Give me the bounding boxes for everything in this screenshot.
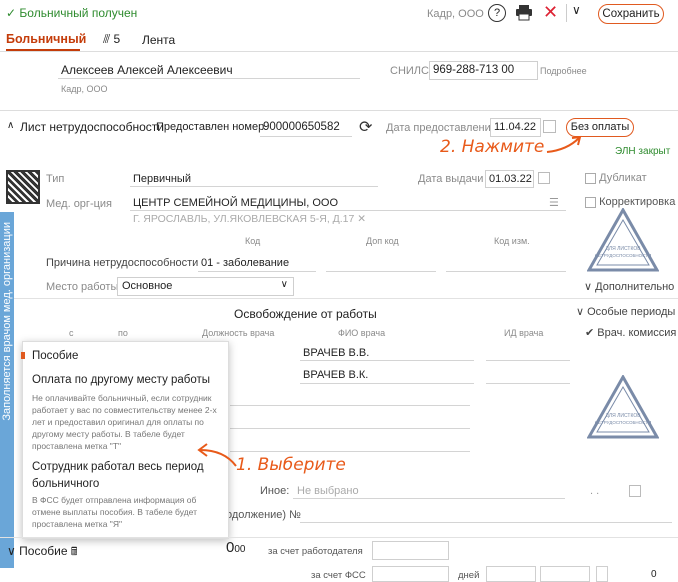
benefit-amount: 000 xyxy=(226,539,246,556)
provided-label: Предоставлен номер xyxy=(156,121,265,133)
type-label: Тип xyxy=(46,173,65,185)
stamp-icon: ДЛЯ ЛИСТКОВ НЕТРУДОСПОСОБНОСТИ xyxy=(586,373,660,442)
col-id: ИД врача xyxy=(504,328,544,338)
save-button[interactable]: Сохранить xyxy=(598,4,664,24)
calculator-icon[interactable]: 🖩 xyxy=(71,546,78,558)
status-text: Больничный получен xyxy=(19,6,138,20)
doctor1-name[interactable]: ВРАЧЕВ В.В. xyxy=(303,347,369,359)
attachments-count: 5 xyxy=(113,32,121,46)
chevron-down-icon: ∨ xyxy=(280,279,288,290)
days-label: дней xyxy=(458,570,480,581)
col-from: с xyxy=(69,328,74,338)
chevron-down-icon: ∨ xyxy=(576,306,585,318)
sidebar-label: Заполняется врачом мед. организации xyxy=(1,222,13,421)
eln-status: ЭЛН закрыт xyxy=(615,146,671,157)
svg-text:ДЛЯ ЛИСТКОВ: ДЛЯ ЛИСТКОВ xyxy=(605,413,641,419)
clear-icon[interactable]: ✕ xyxy=(357,213,366,225)
add-code-label: Доп код xyxy=(366,236,399,246)
release-title: Освобождение от работы xyxy=(234,307,377,321)
med-org-value[interactable]: ЦЕНТР СЕМЕЙНОЙ МЕДИЦИНЫ, ООО xyxy=(133,197,338,209)
additional-toggle[interactable]: ∨ Дополнительно xyxy=(584,280,674,293)
check-icon: ✓ xyxy=(6,6,17,20)
type-value[interactable]: Первичный xyxy=(133,173,191,185)
calendar-icon[interactable] xyxy=(629,485,641,497)
duplicate-label: Дубликат xyxy=(599,172,647,184)
calendar-icon[interactable] xyxy=(543,120,556,133)
snils-field[interactable]: 969-288-713 00 xyxy=(429,61,538,80)
chevron-down-icon: ∨ xyxy=(7,544,16,558)
menu-item-benefit[interactable]: Пособие xyxy=(32,350,78,362)
doctor2-name[interactable]: ВРАЧЕВ В.К. xyxy=(303,369,368,381)
help-icon[interactable]: ? xyxy=(488,4,506,22)
menu-item-worked-whole-period-desc: В ФСС будет отправлена информация об отм… xyxy=(32,495,197,529)
col-fio: ФИО врача xyxy=(338,328,386,338)
duplicate-checkbox[interactable]: Дубликат xyxy=(585,172,647,184)
employer-label: за счет работодателя xyxy=(268,546,363,557)
employee-name[interactable]: Алексеев Алексей Алексеевич xyxy=(61,63,233,77)
org-name[interactable]: Кадр, ООО xyxy=(427,8,484,20)
list-icon[interactable]: ☰ xyxy=(549,196,559,209)
reason-label: Причина нетрудоспособности xyxy=(46,257,199,269)
fss-label: за счет ФСС xyxy=(311,570,366,581)
continued-label: одолжение) № xyxy=(226,509,301,521)
tab-attachments[interactable]: ⫻ 5 xyxy=(103,32,120,47)
tab-feed[interactable]: Лента xyxy=(142,33,175,47)
workplace-select[interactable]: Основное ∨ xyxy=(117,277,294,296)
more-link[interactable]: Подробнее xyxy=(540,66,587,76)
provide-date-label: Дата предоставления xyxy=(386,122,497,134)
col-to: по xyxy=(118,328,128,338)
change-code-label: Код изм. xyxy=(494,236,530,246)
delete-icon[interactable]: ✕ xyxy=(543,3,558,21)
snils-label: СНИЛС xyxy=(390,65,429,77)
benefit-title: Пособие xyxy=(19,544,68,558)
provide-date-field[interactable]: 11.04.22 xyxy=(490,118,541,137)
svg-text:НЕТРУДОСПОСОБНОСТИ: НЕТРУДОСПОСОБНОСТИ xyxy=(595,253,652,258)
check-icon: ✔ xyxy=(585,327,595,339)
code-label: Код xyxy=(245,236,261,246)
tab-sick-leave[interactable]: Больничный xyxy=(6,32,86,46)
step1-annotation: 1. Выберите xyxy=(236,455,346,475)
correction-checkbox[interactable]: Корректировка xyxy=(585,196,675,208)
collapse-chevron-icon[interactable]: ∧ xyxy=(7,120,14,131)
chevron-down-icon[interactable]: ∨ xyxy=(572,3,581,17)
sidebar-doctor-fill: Заполняется врачом мед. организации xyxy=(0,212,14,568)
status-indicator: ✓ Больничный получен xyxy=(6,6,137,20)
employee-org: Кадр, ООО xyxy=(61,84,108,94)
employer-field[interactable] xyxy=(372,541,449,560)
med-org-address[interactable]: Г. ЯРОСЛАВЛЬ, УЛ.ЯКОВЛЕВСКАЯ 5-Я, Д.17 ✕ xyxy=(133,213,366,225)
step1-arrow xyxy=(194,440,240,473)
days-zero: 0 xyxy=(651,569,657,580)
stamp-icon: ДЛЯ ЛИСТКОВ НЕТРУДОСПОСОБНОСТИ xyxy=(586,206,660,275)
col-position: Должность врача xyxy=(202,328,275,338)
refresh-icon[interactable]: ⟳ xyxy=(359,117,372,137)
svg-text:ДЛЯ ЛИСТКОВ: ДЛЯ ЛИСТКОВ xyxy=(605,246,641,252)
calendar-icon[interactable] xyxy=(538,172,550,184)
step2-annotation: 2. Нажмите xyxy=(440,137,545,157)
reason-value[interactable]: 01 - заболевание xyxy=(201,257,289,269)
commission-checkbox[interactable]: ✔ Врач. комиссия xyxy=(585,326,676,339)
svg-text:НЕТРУДОСПОСОБНОСТИ: НЕТРУДОСПОСОБНОСТИ xyxy=(595,420,652,425)
benefit-toggle[interactable]: ∨ Пособие 🖩 xyxy=(7,543,77,562)
sheet-title: Лист нетрудоспособности xyxy=(20,120,164,134)
workplace-label: Место работы xyxy=(46,281,119,293)
med-org-label: Мед. орг-ция xyxy=(46,198,113,210)
correction-label: Корректировка xyxy=(599,196,676,208)
issue-date-label: Дата выдачи xyxy=(418,173,484,185)
step2-arrow xyxy=(545,134,585,159)
menu-item-other-workplace[interactable]: Оплата по другому месту работы xyxy=(32,374,210,386)
print-icon[interactable] xyxy=(515,4,533,21)
chevron-down-icon: ∨ xyxy=(584,281,593,293)
menu-item-worked-whole-period[interactable]: Сотрудник работал весь период больничног… xyxy=(32,459,212,493)
other-value[interactable]: Не выбрано xyxy=(297,485,359,497)
issue-date-field[interactable]: 01.03.22 xyxy=(485,170,534,188)
workplace-value: Основное xyxy=(122,280,173,292)
special-periods-toggle[interactable]: ∨ Особые периоды xyxy=(576,305,675,318)
paperclip-icon: ⫻ xyxy=(103,32,111,46)
sheet-number[interactable]: 900000650582 xyxy=(263,121,340,133)
other-label: Иное: xyxy=(260,485,290,497)
qr-code-icon xyxy=(6,170,40,204)
period-dots[interactable]: . . xyxy=(590,485,599,497)
